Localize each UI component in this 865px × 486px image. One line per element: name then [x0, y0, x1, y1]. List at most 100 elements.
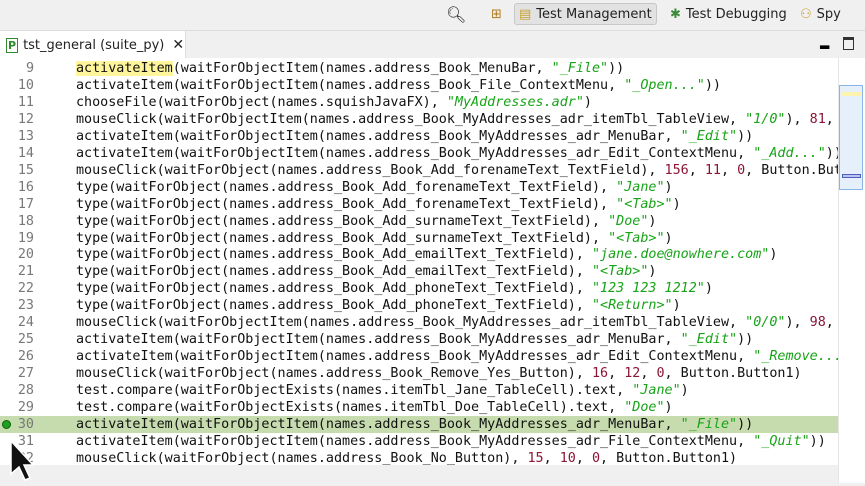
code-line[interactable]: 26 activateItem(waitForObjectItem(names.a… — [0, 348, 838, 365]
code-token: activateItem(waitForObjectItem(names.add… — [76, 332, 681, 348]
code-text: activateItem(waitForObjectItem(names.add… — [76, 145, 838, 162]
minimize-icon[interactable]: ▂ — [820, 35, 829, 49]
code-line[interactable]: 15 mouseClick(waitForObject(names.address… — [0, 162, 838, 179]
code-token: activateItem(waitForObjectItem(names.add… — [76, 433, 754, 449]
open-perspective-icon[interactable]: ⊞ — [487, 3, 506, 25]
code-line[interactable]: 25 activateItem(waitForObjectItem(names.a… — [0, 331, 838, 348]
close-icon[interactable]: ✕ — [172, 37, 184, 53]
code-token: "_Edit" — [680, 128, 738, 144]
code-line[interactable]: 9 activateItem(waitForObjectItem(names.ad… — [0, 60, 838, 77]
search-icon[interactable]: 🔍︎ — [442, 3, 470, 25]
code-line[interactable]: 31 activateItem(waitForObjectItem(names.a… — [0, 433, 838, 450]
editor-tab-bar: P tst_general (suite_py) ✕ ▂ — [0, 30, 865, 59]
code-token: 0 — [591, 450, 601, 465]
code-line[interactable]: 20 type(waitForObject(names.address_Book_… — [0, 246, 838, 263]
code-text: activateItem(waitForObjectItem(names.add… — [76, 60, 624, 77]
code-token: ), — [785, 315, 810, 331]
code-line[interactable]: 22 type(waitForObject(names.address_Book_… — [0, 280, 838, 297]
code-text: test.compare(waitForObjectExists(names.i… — [76, 382, 689, 399]
maximize-icon[interactable] — [843, 37, 854, 50]
code-token: ) — [680, 383, 689, 399]
main-toolbar: 🔍︎ ⊞ ▤ Test Management ✱ Test Debugging … — [0, 0, 865, 28]
code-line[interactable]: 24 mouseClick(waitForObjectItem(names.add… — [0, 314, 838, 331]
code-token: 12 — [624, 366, 641, 382]
code-token: "<Tab>" — [608, 230, 665, 246]
line-number: 13 — [17, 128, 34, 144]
code-token: "Jane" — [616, 179, 665, 195]
code-token: "_File" — [680, 416, 738, 432]
code-text: chooseFile(waitForObject(names.squishJav… — [76, 94, 592, 111]
line-number: 15 — [17, 162, 34, 178]
code-token: 81 — [809, 111, 826, 127]
code-token: , — [640, 366, 657, 382]
code-token: "MyAddresses.adr" — [446, 94, 584, 110]
code-line[interactable]: 17 type(waitForObject(names.address_Book_… — [0, 196, 838, 213]
line-number: 24 — [17, 315, 34, 331]
code-line[interactable]: 13 activateItem(waitForObjectItem(names.a… — [0, 128, 838, 145]
code-line[interactable]: 12 mouseClick(waitForObjectItem(names.add… — [0, 111, 838, 128]
code-token: , Button.Button1) — [664, 366, 802, 382]
code-token: test.compare(waitForObjectExists(names.i… — [76, 400, 625, 415]
code-line[interactable]: 29 test.compare(waitForObjectExists(names… — [0, 399, 838, 416]
perspective-test-management[interactable]: ▤ Test Management — [514, 3, 657, 25]
scrollbar-thumb[interactable] — [839, 85, 863, 190]
code-token: "_Edit" — [680, 332, 738, 348]
code-line[interactable]: 16 type(waitForObject(names.address_Book_… — [0, 179, 838, 196]
code-token: "Jane" — [632, 383, 681, 399]
code-token: , — [825, 315, 834, 331]
code-token: )) — [809, 433, 826, 449]
code-token: "<Return>" — [591, 298, 673, 314]
code-line[interactable]: 30 activateItem(waitForObjectItem(names.a… — [0, 415, 838, 433]
code-line[interactable]: 21 type(waitForObject(names.address_Book_… — [0, 263, 838, 280]
perspective-test-debugging[interactable]: ✱ Test Debugging — [666, 3, 791, 25]
code-text: activateItem(waitForObjectItem(names.add… — [76, 128, 753, 145]
code-text: type(waitForObject(names.address_Book_Ad… — [76, 280, 713, 297]
code-token: , — [825, 111, 834, 127]
code-text: type(waitForObject(names.address_Book_Ad… — [76, 246, 777, 263]
code-token: , — [608, 366, 625, 382]
overview-ruler-scrollbar[interactable] — [838, 58, 865, 483]
code-token: activateItem(waitForObjectItem(names.add… — [76, 349, 754, 365]
code-line[interactable]: 19 type(waitForObject(names.address_Book_… — [0, 230, 838, 247]
breakpoint-current-icon[interactable] — [2, 420, 11, 429]
code-token: activateItem(waitForObjectItem(names.add… — [76, 145, 754, 161]
code-line[interactable]: 27 mouseClick(waitForObject(names.address… — [0, 365, 838, 382]
code-editor[interactable]: 9 activateItem(waitForObjectItem(names.ad… — [0, 58, 838, 465]
code-line[interactable]: 14 activateItem(waitForObjectItem(names.a… — [0, 145, 838, 162]
tab-tst-general[interactable]: P tst_general (suite_py) ✕ — [0, 31, 186, 59]
code-token: mouseClick(waitForObjectItem(names.addre… — [76, 111, 746, 127]
code-line[interactable]: 32mouseClick(waitForObject(names.address… — [0, 450, 838, 465]
code-token: "123 123 1212" — [591, 281, 705, 297]
line-number: 29 — [17, 400, 34, 415]
code-token: mouseClick(waitForObject(names.address_B… — [76, 450, 528, 465]
code-line[interactable]: 28 test.compare(waitForObjectExists(names… — [0, 382, 838, 399]
line-number: 16 — [17, 179, 34, 195]
code-token: ), — [785, 111, 810, 127]
line-number: 12 — [17, 111, 34, 127]
code-token: type(waitForObject(names.address_Book_Ad… — [76, 264, 592, 280]
code-token: type(waitForObject(names.address_Book_Ad… — [76, 213, 609, 229]
line-number: 9 — [25, 61, 34, 76]
code-token: , — [720, 162, 738, 178]
code-token: "1/0" — [745, 111, 786, 127]
code-token: mouseClick(waitForObject(names.address_B… — [76, 366, 592, 382]
code-token: "Doe" — [624, 400, 665, 415]
code-line[interactable]: 10 activateItem(waitForObjectItem(names.a… — [0, 77, 838, 94]
perspective-spy[interactable]: ⚇ Spy — [796, 3, 845, 25]
code-token: type(waitForObject(names.address_Book_Ad… — [76, 247, 592, 263]
code-line[interactable]: 18 type(waitForObject(names.address_Book_… — [0, 213, 838, 230]
code-token: "<Tab>" — [616, 196, 673, 212]
code-token: chooseFile(waitForObject(names.squishJav… — [76, 94, 447, 110]
code-token: "_Add..." — [753, 145, 826, 161]
code-line[interactable]: 23 type(waitForObject(names.address_Book_… — [0, 297, 838, 314]
code-token: 15 — [527, 450, 544, 465]
code-token: type(waitForObject(names.address_Book_Ad… — [76, 179, 617, 195]
code-token: "jane.doe@nowhere.com" — [591, 247, 770, 263]
code-token: 98 — [809, 315, 826, 331]
code-text: activateItem(waitForObjectItem(names.add… — [76, 331, 753, 348]
line-number: 21 — [17, 264, 34, 280]
code-token: test.compare(waitForObjectExists(names.i… — [76, 383, 633, 399]
code-token: "Doe" — [608, 213, 649, 229]
line-number: 18 — [17, 213, 34, 229]
code-line[interactable]: 11 chooseFile(waitForObject(names.squishJ… — [0, 94, 838, 111]
